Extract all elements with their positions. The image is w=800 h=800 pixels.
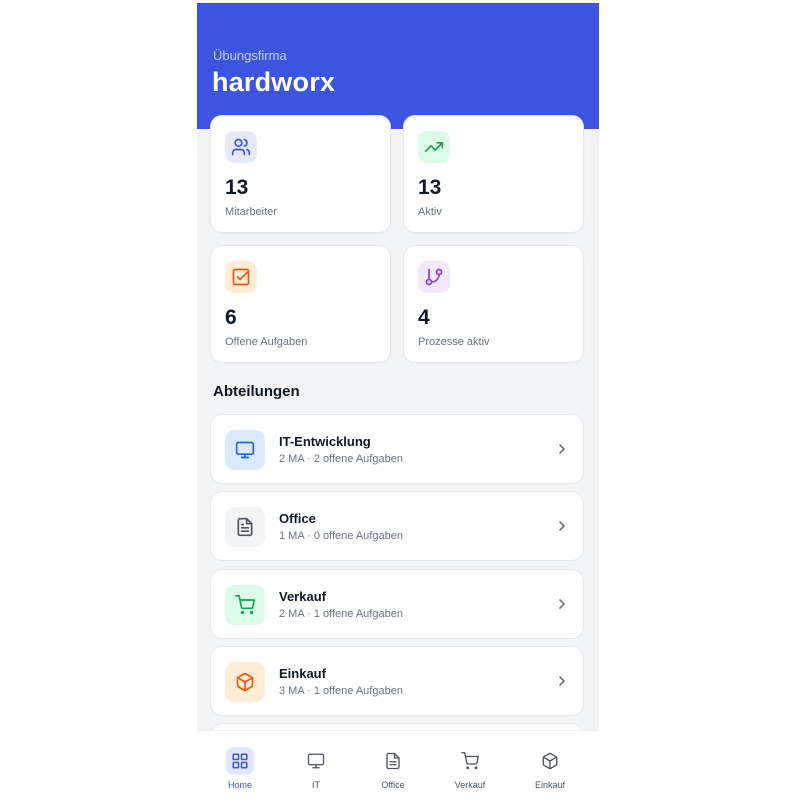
chevron-right-icon xyxy=(559,599,565,609)
stat-value: 13 xyxy=(418,176,442,199)
git-branch-icon xyxy=(418,261,450,293)
stat-value: 6 xyxy=(225,306,237,329)
package-icon xyxy=(536,747,564,775)
monitor-icon xyxy=(302,747,330,775)
department-item-purchasing[interactable]: Einkauf 3 MA · 1 offene Aufgaben xyxy=(210,646,584,716)
file-text-icon xyxy=(225,507,265,547)
department-item-office[interactable]: Office 1 MA · 0 offene Aufgaben xyxy=(210,491,584,561)
department-meta: 3 MA · 1 offene Aufgaben xyxy=(279,685,403,697)
stat-value: 13 xyxy=(225,176,249,199)
nav-label: Home xyxy=(227,780,252,790)
stat-card-processes[interactable]: 4 Prozesse aktiv xyxy=(403,245,584,363)
company-type-label: Übungsfirma xyxy=(213,48,287,63)
nav-label: Einkauf xyxy=(534,780,566,790)
nav-item-office[interactable]: Office xyxy=(358,731,428,800)
department-item-it[interactable]: IT-Entwicklung 2 MA · 2 offene Aufgaben xyxy=(210,414,584,484)
trending-up-icon xyxy=(418,131,450,163)
shopping-cart-icon xyxy=(456,747,484,775)
nav-label: Verkauf xyxy=(454,780,486,790)
stat-card-employees[interactable]: 13 Mitarbeiter xyxy=(210,115,391,233)
chevron-right-icon xyxy=(559,521,565,531)
department-meta: 1 MA · 0 offene Aufgaben xyxy=(279,530,403,542)
department-name: Verkauf xyxy=(279,589,326,604)
stat-card-active[interactable]: 13 Aktiv xyxy=(403,115,584,233)
company-header: Übungsfirma hardworx xyxy=(197,3,599,129)
nav-label: IT xyxy=(312,780,320,790)
department-name: IT-Entwicklung xyxy=(279,434,371,449)
department-meta: 2 MA · 2 offene Aufgaben xyxy=(279,453,403,465)
chevron-right-icon xyxy=(559,444,565,454)
package-icon xyxy=(225,662,265,702)
app-screen: Übungsfirma hardworx 13 Mitarbeiter 13 A… xyxy=(197,3,599,800)
nav-item-it[interactable]: IT xyxy=(281,731,351,800)
company-name: hardworx xyxy=(212,67,336,97)
grid-icon xyxy=(226,747,254,775)
stat-card-open-tasks[interactable]: 6 Offene Aufgaben xyxy=(210,245,391,363)
check-square-icon xyxy=(225,261,257,293)
nav-item-home[interactable]: Home xyxy=(205,731,275,800)
department-name: Office xyxy=(279,511,316,526)
department-item-sales[interactable]: Verkauf 2 MA · 1 offene Aufgaben xyxy=(210,569,584,639)
stat-value: 4 xyxy=(418,306,430,329)
departments-heading: Abteilungen xyxy=(213,383,300,400)
department-name: Einkauf xyxy=(279,666,326,681)
shopping-cart-icon xyxy=(225,585,265,625)
users-icon xyxy=(225,131,257,163)
stat-label: Offene Aufgaben xyxy=(225,336,308,348)
department-meta: 2 MA · 1 offene Aufgaben xyxy=(279,608,403,620)
stat-label: Mitarbeiter xyxy=(225,206,277,218)
file-text-icon xyxy=(379,747,407,775)
monitor-icon xyxy=(225,430,265,470)
chevron-right-icon xyxy=(559,676,565,686)
stat-label: Aktiv xyxy=(418,206,442,218)
nav-item-purchasing[interactable]: Einkauf xyxy=(515,731,585,800)
bottom-navigation: Home IT Office Verkauf Einkauf xyxy=(197,730,599,800)
nav-label: Office xyxy=(381,780,405,790)
stat-label: Prozesse aktiv xyxy=(418,336,490,348)
nav-item-sales[interactable]: Verkauf xyxy=(435,731,505,800)
